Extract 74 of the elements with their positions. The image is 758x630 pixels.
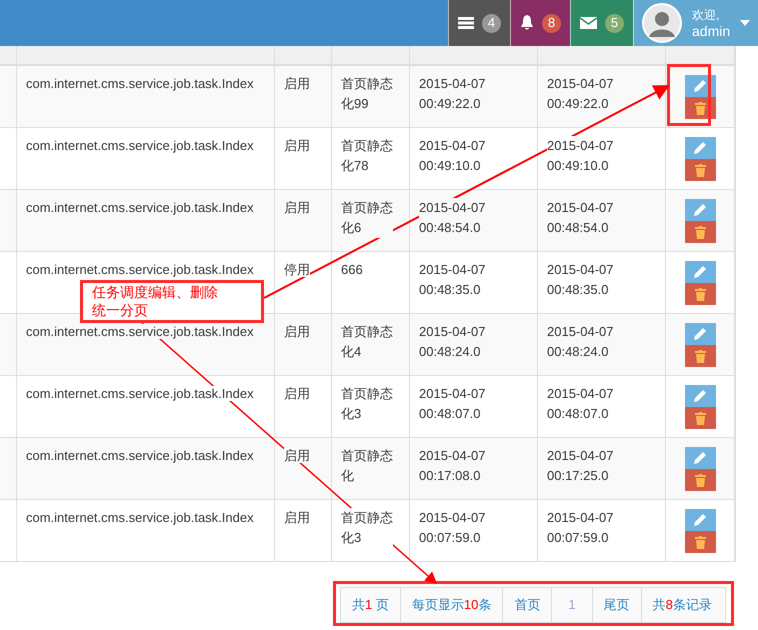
bell-icon [520,15,534,31]
callout-text: 统一分页 [92,301,148,319]
delete-button[interactable] [684,407,716,429]
trash-icon [694,350,706,362]
table-cell: com.internet.cms.service.job.task.Index [26,448,254,463]
callout-text: 任务调度编辑、删除 [92,283,218,301]
trash-icon [694,536,706,548]
edit-button[interactable] [684,385,716,407]
status-text: 启用 [284,200,310,215]
pencil-icon [694,266,706,278]
date-text: 2015-04-07 [419,198,486,218]
table-cell: com.internet.cms.service.job.task.Index [26,76,254,91]
status-text: 启用 [284,138,310,153]
table-cell: com.internet.cms.service.job.task.Index [26,324,254,339]
greeting-text: 欢迎, [692,7,720,23]
pencil-icon [694,204,706,216]
caret-icon [740,20,750,26]
envelope-icon [580,17,597,29]
status-text: 启用 [284,324,310,339]
edit-button[interactable] [684,509,716,531]
delete-button[interactable] [684,469,716,491]
status-text: 启用 [284,510,310,525]
pagination-item[interactable]: 共8条记录 [642,588,723,622]
highlight-frame [667,64,711,126]
pagination-item[interactable]: 首页 [503,588,552,622]
count-badge: 8 [542,14,561,32]
status-text: 停用 [284,262,310,277]
delete-button[interactable] [684,531,716,553]
pagination-item[interactable]: 1 [552,588,593,622]
edit-button[interactable] [684,447,716,469]
trash-icon [694,288,706,300]
edit-button[interactable] [684,323,716,345]
trash-icon [694,226,706,238]
trash-icon [694,412,706,424]
list-icon [458,17,474,29]
notification-button[interactable]: 5 [570,0,633,46]
pencil-icon [694,80,706,92]
pagination-item[interactable]: 每页显示10条 [400,588,504,622]
pagination-item[interactable]: 共1 页 [341,588,401,622]
status-text: 启用 [284,386,310,401]
pagination-item[interactable]: 尾页 [592,588,642,622]
pencil-icon [694,452,706,464]
delete-button[interactable] [684,345,716,367]
notification-button[interactable]: 8 [510,0,570,46]
count-badge: 4 [482,14,501,32]
avatar [642,3,682,43]
table-cell: com.internet.cms.service.job.task.Index [26,386,254,401]
status-text: 启用 [284,76,310,91]
trash-icon [694,474,706,486]
edit-button[interactable] [684,199,716,221]
delete-button[interactable] [684,221,716,243]
table-cell: com.internet.cms.service.job.task.Index [26,138,254,153]
edit-button[interactable] [684,137,716,159]
edit-button[interactable] [684,75,716,97]
table-cell: 首页静态化6 [341,198,393,238]
status-text: 启用 [284,448,310,463]
table-cell: com.internet.cms.service.job.task.Index [26,262,254,277]
delete-button[interactable] [684,97,716,119]
user-menu[interactable]: 欢迎, admin [633,0,758,46]
edit-button[interactable] [684,261,716,283]
pencil-icon [694,390,706,402]
pencil-icon [694,142,706,154]
table-cell: 首页静态化3 [341,508,393,548]
delete-button[interactable] [684,283,716,305]
user-name: admin [692,23,730,39]
notification-button[interactable]: 4 [448,0,510,46]
delete-button[interactable] [684,159,716,181]
table-cell: com.internet.cms.service.job.task.Index [26,510,254,525]
table-cell: com.internet.cms.service.job.task.Index [26,200,254,215]
trash-icon [694,164,706,176]
pencil-icon [694,514,706,526]
trash-icon [694,102,706,114]
pencil-icon [694,328,706,340]
count-badge: 5 [605,14,624,32]
